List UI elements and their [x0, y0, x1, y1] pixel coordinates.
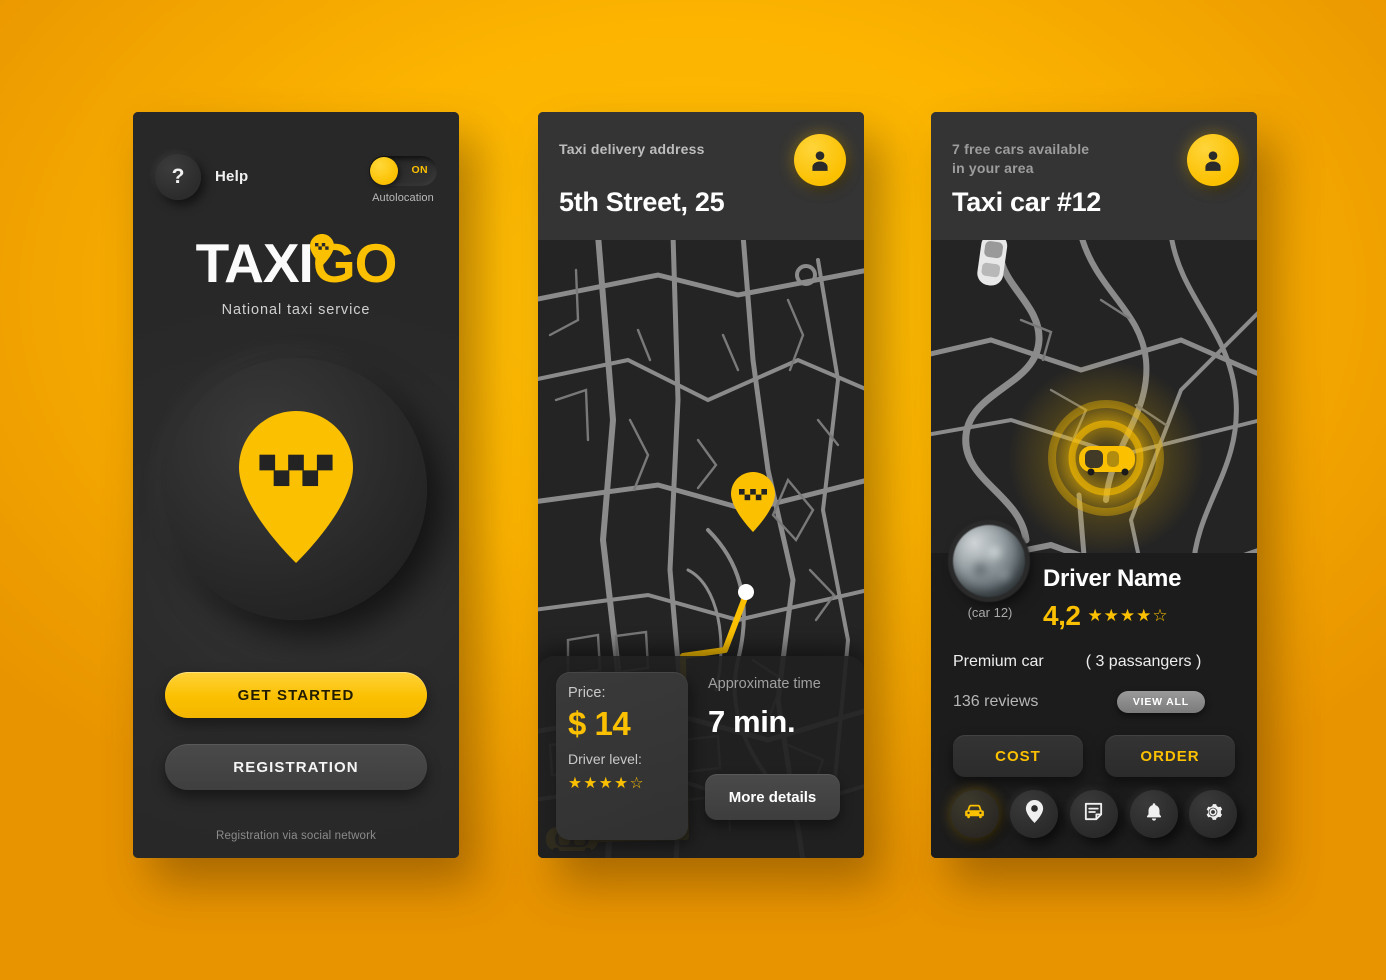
- approx-time-value: 7 min.: [708, 704, 796, 739]
- app-tagline: National taxi service: [221, 302, 371, 318]
- passengers-label: ( 3 passangers ): [1085, 653, 1202, 670]
- action-buttons-row: COST ORDER: [953, 735, 1235, 777]
- driver-level-label: Driver level:: [568, 751, 642, 767]
- free-cars-line2: in your area: [952, 159, 1034, 176]
- driver-name: Driver Name: [1043, 565, 1182, 592]
- cost-button[interactable]: COST: [953, 735, 1083, 777]
- driver-level-stars: ★★★★☆: [568, 775, 645, 792]
- price-card: Price: $ 14 Driver level: ★★★★☆: [556, 672, 688, 840]
- driver-rating: 4,2 ★★★★☆: [1043, 600, 1169, 632]
- help-button[interactable]: ?: [155, 154, 201, 200]
- autolocation-caption: Autolocation: [372, 192, 434, 204]
- nav-location-button[interactable]: [1010, 790, 1059, 838]
- toggle-knob: [370, 157, 398, 185]
- hero-taxi-pin-circle: [165, 358, 427, 620]
- car-details-row: Premium car ( 3 passangers ): [953, 653, 1237, 671]
- logo-text-taxi: TAXI: [195, 232, 314, 294]
- price-summary-panel: Price: $ 14 Driver level: ★★★★☆ Approxim…: [538, 656, 864, 858]
- social-registration-note[interactable]: Registration via social network: [133, 830, 459, 842]
- phone-screen-driver: 7 free cars available in your area Taxi …: [931, 112, 1257, 858]
- user-avatar-icon[interactable]: [794, 134, 846, 186]
- reviews-count: 136 reviews: [953, 693, 1039, 710]
- help-label: Help: [215, 168, 249, 185]
- driver-photo-blur: [953, 525, 1025, 597]
- free-cars-line1: 7 free cars available: [952, 141, 1090, 157]
- car-icon: [962, 799, 987, 829]
- rating-stars: ★★★★☆: [1087, 606, 1169, 625]
- bell-icon: [1143, 801, 1165, 828]
- phone-screen-onboarding: ? Help ON Autolocation TAXIGO National t…: [133, 112, 459, 858]
- phone-screen-route: Taxi delivery address 5th Street, 25 Pri…: [538, 112, 864, 858]
- question-mark-icon: ?: [171, 165, 185, 188]
- screen2-header: Taxi delivery address 5th Street, 25: [538, 112, 864, 240]
- driver-info-panel: (car 12) Driver Name 4,2 ★★★★☆ Premium c…: [931, 525, 1257, 858]
- delivery-address-value: 5th Street, 25: [559, 187, 725, 217]
- car-class-label: Premium car: [953, 653, 1044, 670]
- taxi-car-title: Taxi car #12: [952, 187, 1102, 217]
- taxi-checker-pin-icon: [237, 410, 355, 568]
- view-all-button[interactable]: VIEW ALL: [1116, 691, 1205, 713]
- message-document-icon: [1082, 800, 1105, 828]
- order-button[interactable]: ORDER: [1105, 735, 1235, 777]
- user-avatar-icon[interactable]: [1187, 134, 1239, 186]
- screen1-topbar: ? Help ON Autolocation: [133, 138, 459, 228]
- price-value: $ 14: [568, 705, 631, 742]
- car-id-label: (car 12): [967, 605, 1013, 620]
- delivery-address-label: Taxi delivery address: [559, 141, 705, 157]
- location-pin-icon: [1024, 800, 1045, 828]
- free-cars-label: 7 free cars available in your area: [952, 140, 1089, 178]
- bottom-navbar: [931, 778, 1257, 850]
- nav-notifications-button[interactable]: [1129, 790, 1178, 838]
- price-label: Price:: [568, 685, 606, 701]
- taxi-pin-icon: [309, 220, 334, 275]
- app-logo: TAXIGO National taxi service: [133, 234, 459, 318]
- nav-settings-button[interactable]: [1189, 790, 1238, 838]
- screen3-header: 7 free cars available in your area Taxi …: [931, 112, 1257, 240]
- autolocation-toggle[interactable]: ON: [369, 156, 437, 186]
- gear-icon: [1202, 801, 1224, 828]
- toggle-state-label: ON: [411, 164, 428, 176]
- registration-button[interactable]: REGISTRATION: [165, 744, 427, 790]
- rating-value: 4,2: [1043, 600, 1081, 631]
- nav-car-button[interactable]: [950, 790, 999, 838]
- more-details-button[interactable]: More details: [705, 774, 840, 820]
- driver-photo[interactable]: [953, 525, 1025, 597]
- autolocation-toggle-group: ON Autolocation: [369, 156, 437, 204]
- nav-messages-button[interactable]: [1069, 790, 1118, 838]
- get-started-button[interactable]: GET STARTED: [165, 672, 427, 718]
- approx-time-label: Approximate time: [708, 676, 821, 692]
